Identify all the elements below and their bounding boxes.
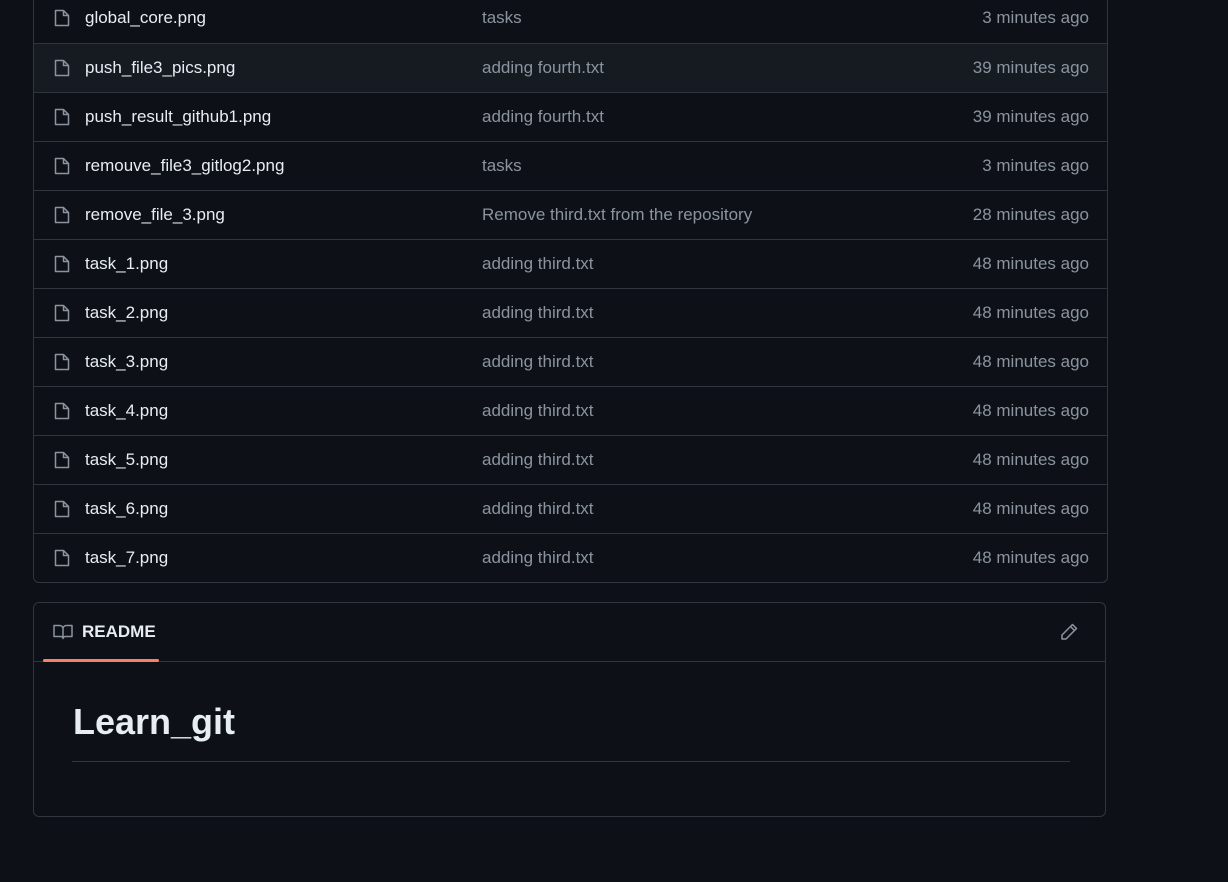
commit-time: 48 minutes ago — [972, 548, 1089, 567]
file-name-link[interactable]: global_core.png — [85, 8, 206, 28]
file-name-link[interactable]: push_result_github1.png — [85, 107, 271, 127]
file-icon — [54, 9, 70, 27]
file-icon — [54, 255, 70, 273]
file-row[interactable]: remove_file_3.png Remove third.txt from … — [34, 190, 1107, 239]
commit-message-link[interactable]: adding third.txt — [482, 401, 594, 421]
commit-time: 28 minutes ago — [972, 205, 1089, 224]
file-name-link[interactable]: task_1.png — [85, 254, 168, 274]
commit-time: 48 minutes ago — [972, 254, 1089, 273]
file-row[interactable]: task_3.png adding third.txt 48 minutes a… — [34, 337, 1107, 386]
file-icon — [54, 549, 70, 567]
file-name-link[interactable]: remouve_file3_gitlog2.png — [85, 156, 284, 176]
file-row[interactable]: task_7.png adding third.txt 48 minutes a… — [34, 533, 1107, 582]
commit-time: 48 minutes ago — [972, 499, 1089, 518]
file-name-link[interactable]: task_5.png — [85, 450, 168, 470]
readme-tab[interactable]: README — [43, 603, 159, 662]
commit-message-link[interactable]: Remove third.txt from the repository — [482, 205, 752, 225]
file-row[interactable]: push_file3_pics.png adding fourth.txt 39… — [34, 43, 1107, 92]
commit-message-link[interactable]: adding third.txt — [482, 548, 594, 568]
file-name-link[interactable]: push_file3_pics.png — [85, 58, 235, 78]
commit-time: 48 minutes ago — [972, 303, 1089, 322]
file-row[interactable]: task_6.png adding third.txt 48 minutes a… — [34, 484, 1107, 533]
file-icon — [54, 108, 70, 126]
file-icon — [54, 304, 70, 322]
file-name-link[interactable]: task_2.png — [85, 303, 168, 323]
commit-time: 3 minutes ago — [982, 156, 1089, 175]
readme-header: README — [34, 603, 1105, 662]
file-row[interactable]: task_4.png adding third.txt 48 minutes a… — [34, 386, 1107, 435]
file-icon — [54, 157, 70, 175]
commit-time: 39 minutes ago — [972, 58, 1089, 77]
divider — [72, 761, 1070, 762]
commit-time: 48 minutes ago — [972, 352, 1089, 371]
commit-message-link[interactable]: tasks — [482, 8, 522, 28]
file-icon — [54, 451, 70, 469]
file-name-link[interactable]: task_6.png — [85, 499, 168, 519]
file-row[interactable]: push_result_github1.png adding fourth.tx… — [34, 92, 1107, 141]
file-list: global_core.png tasks 3 minutes ago push… — [33, 0, 1108, 583]
commit-message-link[interactable]: adding third.txt — [482, 499, 594, 519]
file-row[interactable]: remouve_file3_gitlog2.png tasks 3 minute… — [34, 141, 1107, 190]
file-icon — [54, 59, 70, 77]
file-name-link[interactable]: remove_file_3.png — [85, 205, 225, 225]
active-tab-indicator — [43, 659, 159, 662]
readme-tab-label: README — [82, 622, 156, 641]
file-row[interactable]: task_2.png adding third.txt 48 minutes a… — [34, 288, 1107, 337]
commit-message-link[interactable]: tasks — [482, 156, 522, 176]
file-name-link[interactable]: task_3.png — [85, 352, 168, 372]
commit-message-link[interactable]: adding fourth.txt — [482, 107, 604, 127]
file-icon — [54, 353, 70, 371]
commit-message-link[interactable]: adding third.txt — [482, 352, 594, 372]
commit-time: 39 minutes ago — [972, 107, 1089, 126]
file-row[interactable]: global_core.png tasks 3 minutes ago — [34, 0, 1107, 43]
pencil-icon[interactable] — [1059, 622, 1079, 642]
file-icon — [54, 500, 70, 518]
readme-panel: README Learn_git — [33, 602, 1106, 817]
file-name-link[interactable]: task_4.png — [85, 401, 168, 421]
commit-message-link[interactable]: adding fourth.txt — [482, 58, 604, 78]
file-icon — [54, 206, 70, 224]
readme-title: Learn_git — [73, 701, 236, 742]
file-row[interactable]: task_1.png adding third.txt 48 minutes a… — [34, 239, 1107, 288]
file-icon — [54, 402, 70, 420]
file-row[interactable]: task_5.png adding third.txt 48 minutes a… — [34, 435, 1107, 484]
file-name-link[interactable]: task_7.png — [85, 548, 168, 568]
book-icon — [53, 624, 73, 640]
commit-time: 48 minutes ago — [972, 450, 1089, 469]
commit-message-link[interactable]: adding third.txt — [482, 303, 594, 323]
commit-message-link[interactable]: adding third.txt — [482, 450, 594, 470]
commit-time: 3 minutes ago — [982, 8, 1089, 27]
commit-time: 48 minutes ago — [972, 401, 1089, 420]
commit-message-link[interactable]: adding third.txt — [482, 254, 594, 274]
